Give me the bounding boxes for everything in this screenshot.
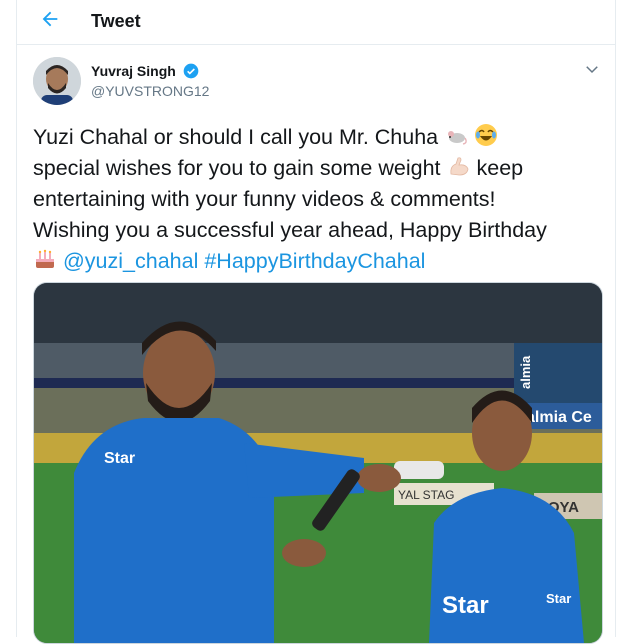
tweet-page: Tweet Yuvraj Singh @YUVSTRONG12 Yuzi Cha… [16, 0, 616, 644]
tweet-text-1: Yuzi Chahal or should I call you Mr. Chu… [33, 125, 439, 149]
chevron-down-icon[interactable] [583, 60, 601, 78]
tweet-line-3: entertaining with your funny videos & co… [33, 187, 496, 211]
back-arrow-icon[interactable] [39, 8, 65, 34]
mouse-emoji-icon [444, 123, 468, 147]
author-name[interactable]: Yuvraj Singh [91, 63, 199, 79]
tweet-line-2: special wishes for you to gain some weig… [33, 153, 603, 184]
tweet-text: Yuzi Chahal or should I call you Mr. Chu… [33, 122, 603, 277]
board-text-2: almia Ce [526, 409, 592, 426]
avatar[interactable] [33, 57, 81, 105]
board-text-1: almia [518, 355, 533, 389]
laughing-emoji-icon [474, 123, 498, 147]
mention-link[interactable]: @yuzi_chahal [63, 249, 198, 273]
jersey-text-3: Star [546, 591, 571, 606]
page-title: Tweet [91, 11, 141, 31]
birthday-cake-emoji-icon [33, 247, 57, 271]
jersey-text-1: Star [104, 450, 135, 467]
board-text-4: YAL STAG [398, 488, 454, 502]
author-handle[interactable]: @YUVSTRONG12 [91, 83, 209, 99]
verified-badge-icon [183, 63, 199, 79]
author-name-label[interactable]: Yuvraj Singh [91, 63, 176, 79]
tweet-line-4: Wishing you a successful year ahead, Hap… [33, 218, 547, 242]
page-header: Tweet [17, 0, 615, 45]
jersey-text-2: Star [442, 592, 489, 619]
tweet-text-2: special wishes for you to gain some weig… [33, 156, 441, 180]
tweet-media-photo[interactable]: almia almia Ce YAL STAG ROYA Star Star S… [33, 282, 603, 644]
tweet-line-1: Yuzi Chahal or should I call you Mr. Chu… [33, 122, 603, 153]
tweet-line-5: @yuzi_chahal #HappyBirthdayChahal [33, 246, 603, 277]
hashtag-link[interactable]: #HappyBirthdayChahal [204, 249, 425, 273]
tweet-text-2b: keep [476, 156, 524, 180]
photo-illustration: almia almia Ce YAL STAG ROYA Star Star S… [34, 283, 602, 643]
flexed-biceps-emoji-icon [447, 154, 471, 178]
